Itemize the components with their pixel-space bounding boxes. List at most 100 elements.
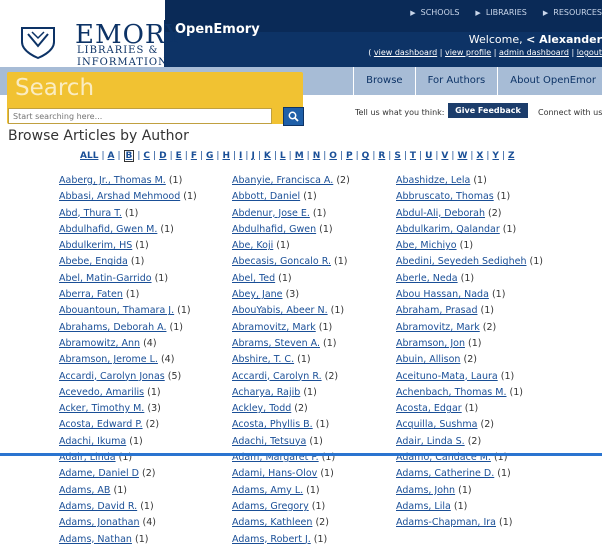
author-link[interactable]: Acosta, Edward P.	[59, 419, 143, 430]
alphabet-letter-e[interactable]: E	[176, 151, 182, 161]
author-link[interactable]: Adachi, Ikuma	[59, 436, 126, 447]
author-link[interactable]: Adair, Linda S.	[396, 436, 465, 447]
author-link[interactable]: Aberle, Neda	[396, 273, 458, 284]
author-link[interactable]: Adams, Amy L.	[232, 485, 303, 496]
author-link[interactable]: Abe, Koji	[232, 240, 273, 251]
alphabet-letter-q[interactable]: Q	[362, 151, 370, 161]
alphabet-letter-d[interactable]: D	[159, 151, 166, 161]
admin-dashboard-link[interactable]: admin dashboard	[499, 48, 569, 57]
author-link[interactable]: Abshire, T. C.	[232, 354, 294, 365]
alphabet-letter-h[interactable]: H	[222, 151, 230, 161]
author-link[interactable]: Abdul-Ali, Deborah	[396, 208, 485, 219]
author-link[interactable]: Abou Hassan, Nada	[396, 289, 489, 300]
author-link[interactable]: Acharya, Rajib	[232, 387, 300, 398]
author-link[interactable]: Acevedo, Amarilis	[59, 387, 144, 398]
author-link[interactable]: Adachi, Tetsuya	[232, 436, 306, 447]
author-link[interactable]: Abramovitz, Mark	[232, 322, 316, 333]
alphabet-letter-c[interactable]: C	[143, 151, 150, 161]
author-link[interactable]: Abramovitz, Mark	[396, 322, 480, 333]
nav-browse[interactable]: Browse	[353, 67, 414, 95]
author-link[interactable]: AbouYabis, Abeer N.	[232, 305, 328, 316]
author-link[interactable]: Adams, Lila	[396, 501, 451, 512]
author-link[interactable]: Adams, AB	[59, 485, 110, 496]
author-link[interactable]: Abouantoun, Thamara J.	[59, 305, 174, 316]
top-link-resources[interactable]: ▶ RESOURCES	[543, 8, 602, 17]
alphabet-letter-s[interactable]: S	[394, 151, 400, 161]
author-link[interactable]: Abdulhafid, Gwen M.	[59, 224, 157, 235]
alphabet-letter-p[interactable]: P	[346, 151, 353, 161]
view-profile-link[interactable]: view profile	[445, 48, 491, 57]
author-link[interactable]: Adame, Daniel D	[59, 468, 139, 479]
author-link[interactable]: Adams, Nathan	[59, 534, 132, 545]
author-link[interactable]: Abe, Michiyo	[396, 240, 457, 251]
author-link[interactable]: Adams, Catherine D.	[396, 468, 494, 479]
author-link[interactable]: Ackley, Todd	[232, 403, 291, 414]
alphabet-letter-z[interactable]: Z	[508, 151, 515, 161]
author-link[interactable]: Abraham, Prasad	[396, 305, 477, 316]
author-link[interactable]: Abdulkarim, Qalandar	[396, 224, 500, 235]
logout-link[interactable]: logout	[577, 48, 602, 57]
author-link[interactable]: Adams-Chapman, Ira	[396, 517, 496, 528]
top-link-schools[interactable]: ▶ SCHOOLS	[410, 8, 459, 17]
view-dashboard-link[interactable]: view dashboard	[374, 48, 437, 57]
alphabet-letter-m[interactable]: M	[295, 151, 304, 161]
author-link[interactable]: Adami, Hans-Olov	[232, 468, 317, 479]
author-link[interactable]: Adams, Jonathan	[59, 517, 139, 528]
author-link[interactable]: Abdulhafid, Gwen	[232, 224, 316, 235]
author-link[interactable]: Abey, Jane	[232, 289, 283, 300]
alphabet-letter-l[interactable]: L	[280, 151, 286, 161]
alphabet-letter-i[interactable]: I	[239, 151, 242, 161]
author-link[interactable]: Abel, Ted	[232, 273, 275, 284]
author-link[interactable]: Abanyie, Francisca A.	[232, 175, 333, 186]
author-link[interactable]: Accardi, Carolyn Jonas	[59, 371, 165, 382]
search-input[interactable]	[8, 108, 272, 124]
author-link[interactable]: Abashidze, Lela	[396, 175, 470, 186]
author-link[interactable]: Acosta, Edgar	[396, 403, 462, 414]
alphabet-letter-u[interactable]: U	[425, 151, 432, 161]
author-link[interactable]: Abdenur, Jose E.	[232, 208, 310, 219]
alphabet-letter-v[interactable]: V	[441, 151, 448, 161]
alphabet-letter-x[interactable]: X	[476, 151, 483, 161]
alphabet-letter-f[interactable]: F	[191, 151, 197, 161]
nav-for-authors[interactable]: For Authors	[414, 67, 498, 95]
author-link[interactable]: Abdulkerim, HS	[59, 240, 132, 251]
author-link[interactable]: Abbruscato, Thomas	[396, 191, 494, 202]
author-link[interactable]: Abedini, Seyedeh Sedigheh	[396, 256, 526, 267]
author-link[interactable]: Achenbach, Thomas M.	[396, 387, 506, 398]
author-link[interactable]: Abd, Thura T.	[59, 208, 122, 219]
alphabet-letter-r[interactable]: R	[378, 151, 385, 161]
give-feedback-button[interactable]: Give Feedback	[448, 103, 528, 118]
alphabet-letter-b[interactable]: B	[123, 150, 135, 162]
author-link[interactable]: Aberra, Faten	[59, 289, 123, 300]
author-link[interactable]: Abrahams, Deborah A.	[59, 322, 166, 333]
alphabet-letter-n[interactable]: N	[313, 151, 321, 161]
search-button[interactable]	[283, 107, 304, 126]
author-link[interactable]: Abbasi, Arshad Mehmood	[59, 191, 180, 202]
author-link[interactable]: Abbott, Daniel	[232, 191, 300, 202]
top-link-libraries[interactable]: ▶ LIBRARIES	[475, 8, 526, 17]
author-link[interactable]: Aaberg, Jr., Thomas M.	[59, 175, 166, 186]
alphabet-letter-t[interactable]: T	[410, 151, 416, 161]
alphabet-letter-y[interactable]: Y	[492, 151, 499, 161]
alphabet-letter-all[interactable]: ALL	[80, 151, 98, 161]
alphabet-letter-g[interactable]: G	[206, 151, 213, 161]
author-link[interactable]: Adams, John	[396, 485, 455, 496]
author-link[interactable]: Abecasis, Goncalo R.	[232, 256, 331, 267]
author-link[interactable]: Abramowitz, Ann	[59, 338, 140, 349]
brand-title[interactable]: OpenEmory	[175, 22, 260, 37]
author-link[interactable]: Aceituno-Mata, Laura	[396, 371, 498, 382]
author-link[interactable]: Abramson, Jerome L.	[59, 354, 158, 365]
alphabet-letter-o[interactable]: O	[329, 151, 337, 161]
author-link[interactable]: Accardi, Carolyn R.	[232, 371, 322, 382]
author-link[interactable]: Acosta, Phyllis B.	[232, 419, 313, 430]
author-link[interactable]: Abrams, Steven A.	[232, 338, 320, 349]
author-link[interactable]: Acker, Timothy M.	[59, 403, 144, 414]
alphabet-letter-k[interactable]: K	[264, 151, 271, 161]
alphabet-letter-j[interactable]: J	[251, 151, 254, 161]
alphabet-letter-w[interactable]: W	[457, 151, 467, 161]
author-link[interactable]: Abebe, Engida	[59, 256, 128, 267]
author-link[interactable]: Abramson, Jon	[396, 338, 465, 349]
author-link[interactable]: Acquilla, Sushma	[396, 419, 477, 430]
nav-about[interactable]: About OpenEmor	[497, 67, 602, 95]
alphabet-letter-a[interactable]: A	[107, 151, 114, 161]
